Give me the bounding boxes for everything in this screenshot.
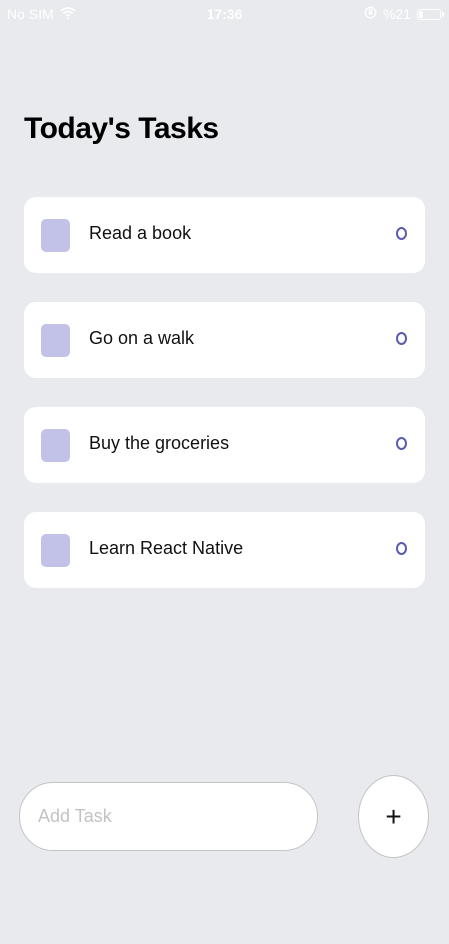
task-label: Learn React Native — [89, 538, 244, 558]
orientation-lock-icon — [364, 6, 377, 22]
task-circle-icon[interactable] — [396, 437, 407, 450]
task-label: Buy the groceries — [89, 433, 230, 453]
task-square-icon[interactable] — [41, 429, 70, 462]
battery-icon — [417, 8, 444, 20]
task-list: Read a book Go on a walk Buy the groceri… — [24, 197, 425, 617]
task-circle-icon[interactable] — [396, 332, 407, 345]
task-item[interactable]: Read a book — [24, 197, 425, 273]
task-square-icon[interactable] — [41, 219, 70, 252]
task-circle-icon[interactable] — [396, 542, 407, 555]
task-item[interactable]: Buy the groceries — [24, 407, 425, 483]
add-task-button[interactable]: + — [358, 775, 429, 858]
battery-percent: %21 — [382, 6, 411, 22]
battery-level — [419, 10, 423, 18]
add-task-input[interactable] — [19, 782, 318, 851]
task-circle-icon[interactable] — [396, 227, 407, 240]
status-bar: No SIM 17:36 %21 — [0, 0, 449, 30]
status-right: %21 — [364, 6, 444, 22]
plus-icon: + — [385, 800, 402, 832]
page-title: Today's Tasks — [24, 112, 219, 145]
task-square-icon[interactable] — [41, 324, 70, 357]
task-item[interactable]: Go on a walk — [24, 302, 425, 378]
task-label: Read a book — [89, 223, 192, 243]
task-item[interactable]: Learn React Native — [24, 512, 425, 588]
task-square-icon[interactable] — [41, 534, 70, 567]
task-label: Go on a walk — [89, 328, 195, 348]
